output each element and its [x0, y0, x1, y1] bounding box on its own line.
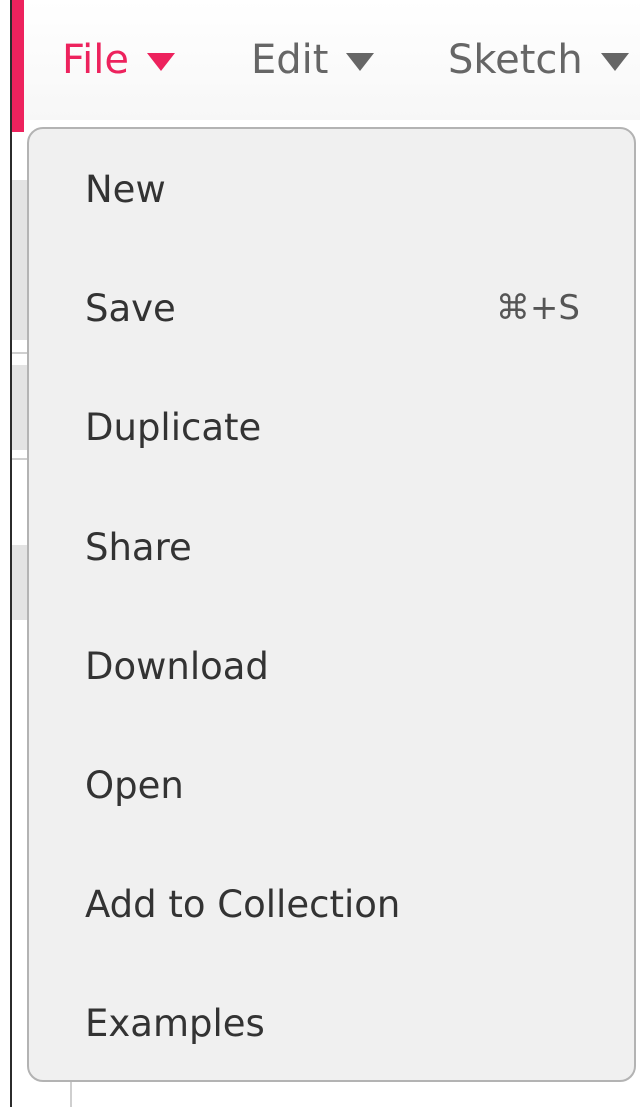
menu-item-label: Duplicate: [85, 405, 262, 449]
menu-item-label: Examples: [85, 1001, 265, 1045]
menu-file[interactable]: File: [62, 36, 175, 84]
menu-item-label: Add to Collection: [85, 882, 401, 926]
file-dropdown-menu: New Save ⌘+S Duplicate Share Download Op…: [27, 127, 636, 1082]
caret-down-icon: [600, 53, 629, 71]
menu-item-save[interactable]: Save ⌘+S: [29, 268, 634, 348]
menu-sketch[interactable]: Sketch: [448, 36, 629, 84]
menu-item-add-to-collection[interactable]: Add to Collection: [29, 864, 634, 944]
menu-edit[interactable]: Edit: [251, 36, 375, 84]
menu-file-label: File: [62, 37, 129, 83]
background-divider: [70, 1082, 72, 1107]
keyboard-shortcut: ⌘+S: [495, 288, 580, 328]
menu-item-download[interactable]: Download: [29, 626, 634, 706]
menu-item-label: New: [85, 167, 166, 211]
menu-item-open[interactable]: Open: [29, 745, 634, 825]
menu-item-label: Download: [85, 644, 269, 688]
caret-down-icon: [346, 53, 375, 71]
menu-item-examples[interactable]: Examples: [29, 983, 634, 1063]
menu-item-share[interactable]: Share: [29, 507, 634, 587]
accent-bar: [12, 0, 24, 132]
caret-down-icon: [146, 53, 175, 71]
menubar: File Edit Sketch: [24, 0, 640, 120]
app-window: File Edit Sketch New Save ⌘+S Duplicate …: [0, 0, 640, 1107]
menu-item-new[interactable]: New: [29, 149, 634, 229]
menu-item-label: Save: [85, 286, 176, 330]
menu-edit-label: Edit: [251, 37, 329, 83]
menu-item-duplicate[interactable]: Duplicate: [29, 387, 634, 467]
menu-sketch-label: Sketch: [448, 37, 583, 83]
menu-item-label: Open: [85, 763, 184, 807]
menu-item-label: Share: [85, 525, 192, 569]
